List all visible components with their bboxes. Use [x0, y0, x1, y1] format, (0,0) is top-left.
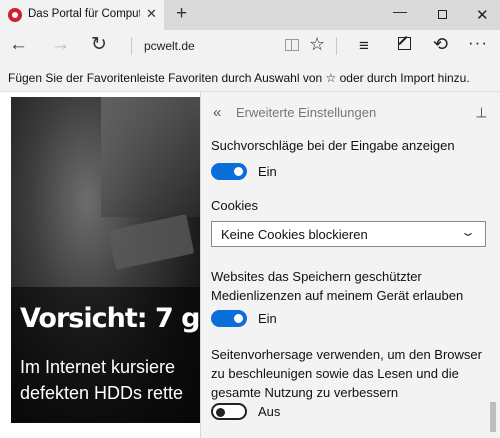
refresh-icon[interactable]: ↻ [91, 34, 107, 56]
pin-icon[interactable]: ⊣ [473, 106, 490, 118]
hub-icon[interactable]: ≡ [359, 36, 369, 56]
back-arrow-icon[interactable]: ← [9, 34, 28, 56]
favorite-star-icon[interactable]: ☆ [309, 34, 325, 55]
url-field[interactable]: pcwelt.de [144, 39, 195, 53]
search-suggestions-toggle[interactable] [211, 163, 247, 180]
article-subline-1: Im Internet kursiere [20, 357, 176, 377]
chevron-down-icon: ⌄ [459, 225, 477, 239]
search-suggestions-state: Ein [258, 164, 277, 179]
page-prediction-label: Seitenvorhersage verwenden, um den Brows… [211, 347, 482, 400]
address-bar: ← → ↻ pcwelt.de ☆ ≡ ⟲ ··· [0, 30, 500, 62]
panel-scrollbar[interactable] [490, 402, 496, 432]
new-tab-button[interactable]: + [176, 3, 187, 25]
article-teaser[interactable]: Vorsicht: 7 gef Im Internet kursiere def… [11, 97, 200, 423]
web-page: Vorsicht: 7 gef Im Internet kursiere def… [0, 92, 200, 438]
tab-title: Das Portal für Computer [28, 8, 140, 20]
media-licenses-label: Websites das Speichern geschützter Medie… [211, 269, 464, 303]
media-licenses-toggle[interactable] [211, 310, 247, 327]
hero-image-highlight [101, 97, 200, 217]
more-icon[interactable]: ··· [468, 33, 488, 53]
media-licenses-state: Ein [258, 311, 277, 326]
minimize-button[interactable]: — [393, 3, 407, 19]
address-divider [131, 37, 132, 55]
panel-title: Erweiterte Einstellungen [236, 105, 377, 120]
maximize-button[interactable] [438, 10, 447, 19]
close-tab-icon[interactable]: ✕ [146, 6, 157, 22]
toolbar-divider [336, 37, 337, 55]
forward-arrow-icon[interactable]: → [51, 34, 70, 56]
cookies-label: Cookies [211, 198, 258, 213]
web-note-icon[interactable] [398, 37, 411, 50]
pcwelt-favicon-icon [8, 8, 22, 22]
advanced-settings-panel: « Erweiterte Einstellungen ⊣ Suchvorschl… [200, 92, 500, 438]
article-subline-2: defekten HDDs rette [20, 383, 184, 403]
cookies-select[interactable]: Keine Cookies blockieren ⌄ [211, 221, 486, 247]
browser-tab[interactable]: Das Portal für Computer ✕ [0, 0, 164, 30]
hero-image-device [107, 214, 195, 270]
article-headline[interactable]: Vorsicht: 7 gef [20, 303, 200, 334]
page-prediction-toggle[interactable] [211, 403, 247, 420]
close-window-button[interactable]: ✕ [476, 6, 489, 24]
favorites-hint: Fügen Sie der Favoritenleiste Favoriten … [8, 71, 470, 85]
cookies-select-value: Keine Cookies blockieren [221, 227, 368, 242]
share-icon[interactable]: ⟲ [433, 34, 448, 55]
reading-view-icon[interactable] [285, 39, 299, 51]
tab-bar: Das Portal für Computer ✕ + — ✕ [0, 0, 500, 30]
favorites-bar: Fügen Sie der Favoritenleiste Favoriten … [0, 62, 500, 92]
page-prediction-state: Aus [258, 404, 281, 419]
panel-back-icon[interactable]: « [213, 104, 221, 121]
search-suggestions-label: Suchvorschläge bei der Eingabe anzeigen [211, 138, 455, 153]
